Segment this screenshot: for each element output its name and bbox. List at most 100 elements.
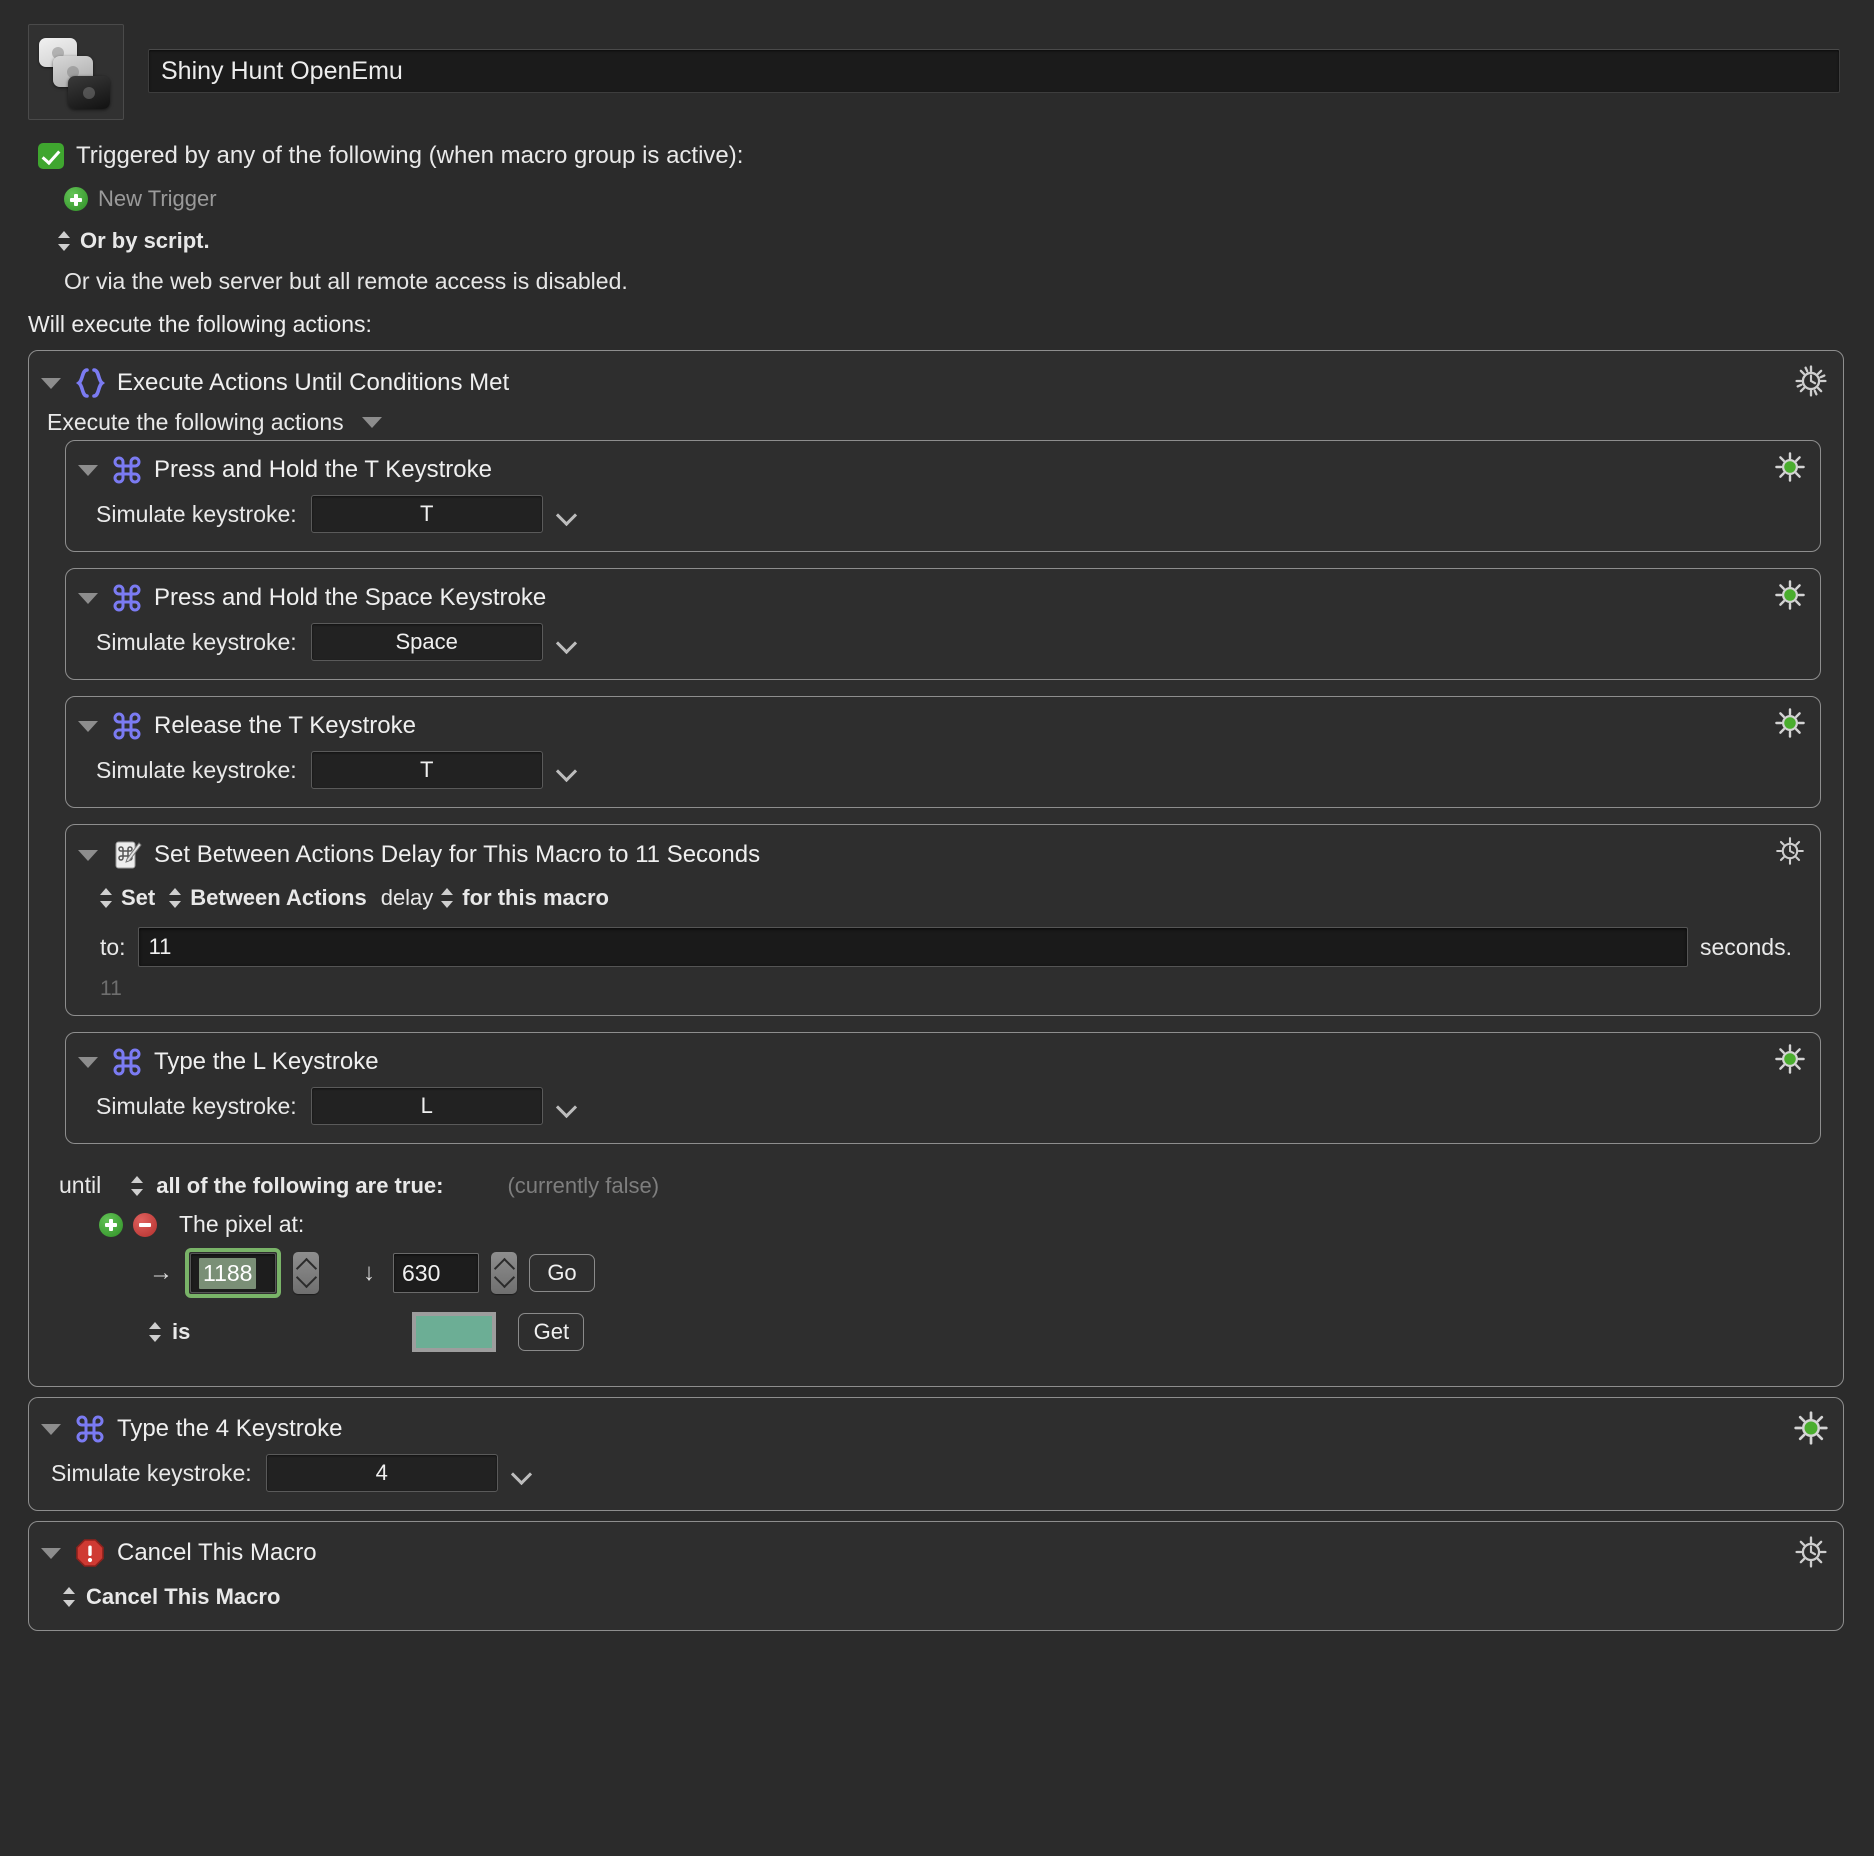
condition-match-popup[interactable]: all of the following are true: [156, 1173, 443, 1199]
disclosure-triangle-icon[interactable] [78, 1056, 98, 1068]
action-title: Execute Actions Until Conditions Met [117, 369, 510, 396]
gear-clock-icon[interactable] [1793, 1534, 1829, 1570]
add-condition-plus-icon[interactable] [99, 1212, 123, 1237]
pixel-x-input[interactable]: 1188 [185, 1248, 281, 1298]
execute-mode-dropdown-icon[interactable] [361, 417, 382, 428]
action-set-between-actions-delay[interactable]: Set Between Actions Delay for This Macro… [65, 824, 1821, 1016]
delay-selectors-row[interactable]: Set Between Actions delay for this macro [66, 877, 1820, 917]
keystroke-value: T [419, 501, 434, 526]
chevron-down-icon[interactable] [557, 636, 577, 648]
simulate-keystroke-row[interactable]: Simulate keystroke: T [66, 491, 1820, 537]
action-cancel-this-macro[interactable]: Cancel This Macro Cancel This Macro [28, 1521, 1844, 1631]
remove-condition-minus-icon[interactable] [133, 1212, 157, 1237]
disclosure-triangle-icon[interactable] [41, 1423, 61, 1435]
gear-green-icon[interactable] [1774, 707, 1806, 739]
disclosure-triangle-icon[interactable] [78, 592, 98, 604]
disclosure-triangle-icon[interactable] [78, 464, 98, 476]
new-trigger-row[interactable]: New Trigger [64, 186, 1874, 212]
chevron-down-icon[interactable] [512, 1467, 532, 1479]
pixel-color-swatch[interactable] [412, 1312, 497, 1352]
action-header[interactable]: Execute Actions Until Conditions Met [29, 361, 1843, 405]
trigger-enabled-checkbox[interactable] [38, 143, 64, 169]
action-header[interactable]: Press and Hold the Space Keystroke [66, 577, 1820, 619]
keystroke-input[interactable]: T [310, 495, 543, 533]
updown-chevron-icon[interactable] [63, 1586, 76, 1608]
updown-chevron-icon[interactable] [169, 887, 182, 909]
disclosure-triangle-icon[interactable] [41, 377, 61, 389]
chevron-down-icon[interactable] [557, 508, 577, 520]
trigger-enabled-row: Triggered by any of the following (when … [38, 142, 1874, 170]
action-type-l[interactable]: Type the L Keystroke Simulate keystroke:… [65, 1032, 1821, 1144]
key-glyph-front [68, 76, 110, 109]
delay-value-preview: 11 [100, 977, 122, 1000]
or-by-script-row[interactable]: Or by script. [58, 228, 1874, 254]
action-press-hold-space[interactable]: Press and Hold the Space Keystroke Simul… [65, 568, 1821, 680]
command-key-icon [76, 1415, 104, 1443]
action-header[interactable]: Set Between Actions Delay for This Macro… [66, 833, 1820, 877]
disclosure-triangle-icon[interactable] [41, 1547, 61, 1559]
keystroke-input[interactable]: Space [310, 623, 543, 661]
action-release-t[interactable]: Release the T Keystroke Simulate keystro… [65, 696, 1821, 808]
keystroke-input[interactable]: L [310, 1087, 543, 1125]
updown-chevron-icon[interactable] [58, 230, 71, 252]
pixel-x-stepper[interactable] [293, 1252, 319, 1294]
disclosure-triangle-icon[interactable] [78, 849, 98, 861]
execute-following-row[interactable]: Execute the following actions [29, 405, 1843, 440]
pixel-y-input[interactable]: 630 [393, 1253, 479, 1293]
gear-clock-icon[interactable] [1793, 363, 1829, 399]
macro-header: Shiny Hunt OpenEmu [0, 0, 1874, 120]
gear-clock-icon[interactable] [1774, 835, 1806, 867]
delay-set-popup[interactable]: Set [121, 885, 155, 911]
action-header[interactable]: Type the L Keystroke [66, 1041, 1820, 1083]
simulate-keystroke-row[interactable]: Simulate keystroke: Space [66, 619, 1820, 665]
updown-chevron-icon[interactable] [149, 1321, 162, 1343]
delay-value-row[interactable]: to: 11 seconds. [66, 917, 1820, 967]
gear-green-icon[interactable] [1793, 1410, 1829, 1446]
get-button[interactable]: Get [518, 1313, 585, 1351]
gear-green-icon[interactable] [1774, 1043, 1806, 1075]
chevron-down-icon[interactable] [557, 1100, 577, 1112]
will-execute-label: Will execute the following actions: [28, 311, 372, 337]
keystroke-input[interactable]: T [310, 751, 543, 789]
keystroke-input[interactable]: 4 [265, 1454, 498, 1492]
action-press-hold-t[interactable]: Press and Hold the T Keystroke Simulate … [65, 440, 1821, 552]
cancel-popup-row[interactable]: Cancel This Macro [29, 1574, 1843, 1616]
add-trigger-plus-icon[interactable] [64, 187, 88, 211]
delay-scope-popup[interactable]: for this macro [462, 885, 609, 911]
pixel-condition-row: The pixel at: [29, 1205, 1843, 1242]
pixel-y-value: 630 [402, 1259, 441, 1286]
gear-green-icon[interactable] [1774, 451, 1806, 483]
disclosure-triangle-icon[interactable] [78, 720, 98, 732]
delay-word-label: delay [380, 885, 434, 910]
trigger-section: Triggered by any of the following (when … [0, 120, 1874, 338]
simulate-keystroke-row[interactable]: Simulate keystroke: T [66, 747, 1820, 793]
action-type-4[interactable]: Type the 4 Keystroke Simulate keystroke:… [28, 1397, 1844, 1511]
pixel-comparator-popup[interactable]: is [172, 1319, 190, 1345]
pixel-y-stepper[interactable] [491, 1252, 517, 1294]
simulate-keystroke-row[interactable]: Simulate keystroke: L [66, 1083, 1820, 1129]
command-key-icon [113, 456, 141, 484]
gear-green-icon[interactable] [1774, 579, 1806, 611]
go-button[interactable]: Go [529, 1254, 595, 1292]
macro-title-input[interactable]: Shiny Hunt OpenEmu [148, 49, 1840, 93]
cancel-scope-popup[interactable]: Cancel This Macro [86, 1584, 280, 1610]
action-header[interactable]: Press and Hold the T Keystroke [66, 449, 1820, 491]
delay-type-popup[interactable]: Between Actions [190, 885, 366, 911]
updown-chevron-icon[interactable] [441, 887, 454, 909]
action-title: Press and Hold the Space Keystroke [154, 584, 547, 611]
keyboard-keys-stack-icon[interactable] [28, 24, 124, 120]
trigger-enabled-label: Triggered by any of the following (when … [76, 142, 744, 169]
delay-value-input[interactable]: 11 [137, 927, 1688, 967]
until-condition-row[interactable]: until all of the following are true: (cu… [29, 1160, 1843, 1205]
chevron-down-icon[interactable] [557, 764, 577, 776]
updown-chevron-icon[interactable] [100, 887, 113, 909]
action-header[interactable]: Cancel This Macro [29, 1532, 1843, 1574]
action-execute-until-conditions[interactable]: Execute Actions Until Conditions Met Exe… [28, 350, 1844, 1387]
simulate-keystroke-row[interactable]: Simulate keystroke: 4 [29, 1450, 1843, 1496]
card-pencil-icon [115, 841, 142, 869]
updown-chevron-icon[interactable] [131, 1175, 144, 1197]
keystroke-value: 4 [375, 1460, 388, 1485]
keystroke-value: Space [395, 629, 458, 654]
action-header[interactable]: Release the T Keystroke [66, 705, 1820, 747]
action-header[interactable]: Type the 4 Keystroke [29, 1408, 1843, 1450]
